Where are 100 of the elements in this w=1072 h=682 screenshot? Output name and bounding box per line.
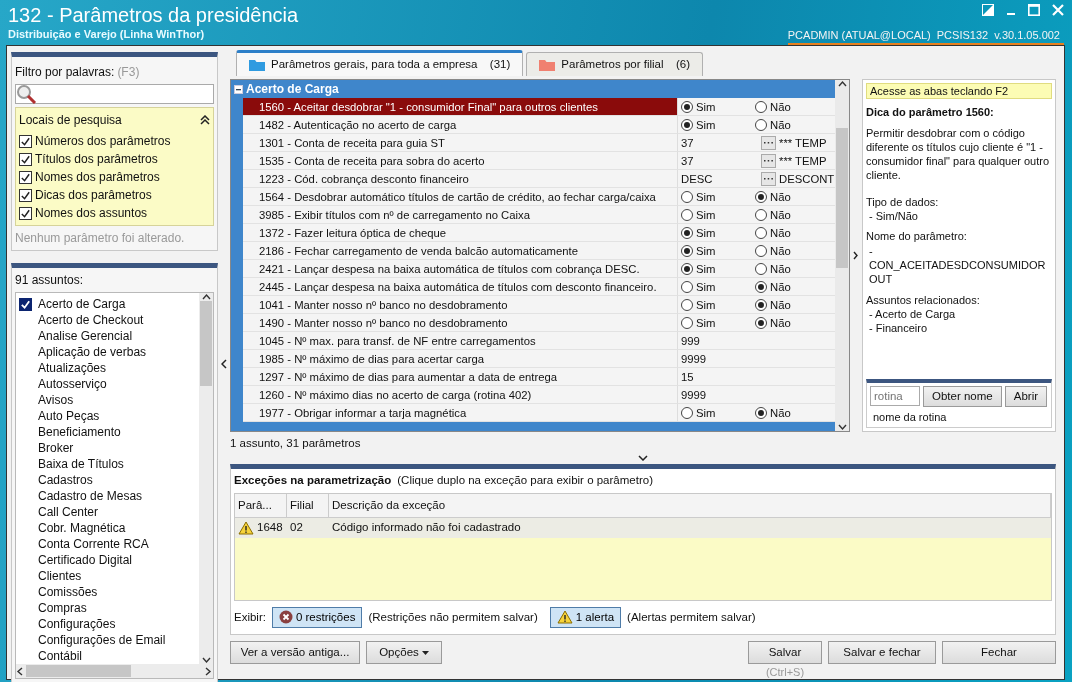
checkbox[interactable] — [19, 188, 32, 202]
maximize-icon[interactable] — [1028, 4, 1040, 16]
column-header[interactable]: Parâ... — [235, 493, 287, 517]
subject-item[interactable]: Auto Peças — [38, 407, 100, 425]
subject-item[interactable]: Cadastro de Mesas — [38, 487, 143, 505]
subject-item[interactable]: Contábil — [38, 647, 83, 665]
subject-item[interactable]: Acerto de Checkout — [38, 311, 144, 329]
radio-option[interactable]: Não — [755, 187, 825, 206]
open-button[interactable]: Abrir — [1004, 385, 1047, 407]
radio-option[interactable]: Não — [755, 259, 825, 278]
parameter-name[interactable]: 1297 - Nº máximo de dias para aumentar a data de entrega — [243, 368, 677, 386]
parameter-name[interactable]: 1372 - Fazer leitura óptica de cheque — [243, 224, 677, 242]
radio-option[interactable]: Sim — [681, 241, 755, 260]
scroll-up-icon[interactable] — [837, 80, 847, 88]
radio-option[interactable]: Não — [755, 205, 825, 224]
subject-item[interactable]: Beneficiamento — [38, 423, 121, 441]
tab[interactable]: Parâmetros por filial (6) — [526, 51, 704, 76]
parameter-name[interactable]: 1045 - Nº max. para transf. de NF entre carregamentos — [243, 332, 677, 350]
parameter-name[interactable]: 1564 - Desdobrar automático títulos de cartão de crédito, ao fechar carga/caixa — [243, 188, 677, 206]
subject-item[interactable]: Acerto de Carga — [38, 295, 126, 313]
subject-item[interactable]: Analise Gerencial — [38, 327, 133, 345]
scroll-down-icon[interactable] — [837, 423, 847, 431]
scrollbar[interactable] — [199, 293, 213, 664]
radio-option[interactable]: Não — [755, 223, 825, 242]
value-field[interactable]: DESC — [681, 169, 761, 188]
value-field[interactable]: 999 — [681, 331, 700, 350]
scroll-up-icon[interactable] — [201, 293, 211, 301]
parameter-name[interactable]: 1482 - Autenticação no acerto de carga — [243, 116, 677, 134]
radio-option[interactable]: Não — [755, 115, 825, 134]
collapse-icon[interactable] — [200, 115, 210, 125]
subject-item[interactable]: Conta Corrente RCA — [38, 535, 149, 553]
radio-option[interactable]: Não — [755, 241, 825, 260]
subject-item[interactable]: Configurações — [38, 615, 116, 633]
scroll-thumb[interactable] — [836, 128, 848, 268]
radio-option[interactable]: Sim — [681, 277, 755, 296]
subject-item[interactable]: Certificado Digital — [38, 551, 133, 569]
value-field[interactable]: 37 — [681, 151, 761, 170]
old-version-button[interactable]: Ver a versão antiga... — [230, 641, 360, 665]
parameter-name[interactable]: 3985 - Exibir títulos com nº de carregamento no Caixa — [243, 206, 677, 224]
parameter-name[interactable]: 1985 - Nº máximo de dias para acertar carga — [243, 350, 677, 368]
column-header[interactable]: Descrição da exceção — [329, 493, 1051, 517]
close-button[interactable]: Fechar — [942, 641, 1056, 665]
save-button[interactable]: Salvar — [748, 641, 822, 665]
contrast-icon[interactable] — [982, 4, 994, 16]
scrollbar[interactable] — [16, 664, 213, 678]
tab[interactable]: Parâmetros gerais, para toda a empresa (31) — [236, 49, 524, 76]
radio-option[interactable]: Sim — [681, 98, 755, 116]
filter-toggle[interactable]: 0 restrições — [271, 606, 363, 628]
radio-option[interactable]: Sim — [681, 259, 755, 278]
radio-option[interactable]: Não — [755, 313, 825, 332]
ellipsis-button[interactable] — [761, 153, 776, 168]
radio-option[interactable]: Não — [755, 277, 825, 296]
radio-option[interactable]: Sim — [681, 205, 755, 224]
ellipsis-button[interactable] — [761, 171, 776, 186]
parameter-name[interactable]: 1535 - Conta de receita para sobra do acerto — [243, 152, 677, 170]
radio-option[interactable]: Sim — [681, 295, 755, 314]
scroll-down-icon[interactable] — [201, 656, 211, 664]
checkbox[interactable] — [19, 206, 32, 220]
radio-option[interactable]: Não — [755, 403, 825, 422]
checkbox[interactable] — [19, 297, 32, 311]
scroll-thumb[interactable] — [26, 665, 131, 677]
scrollbar[interactable] — [835, 80, 849, 431]
search-field[interactable] — [15, 84, 214, 104]
subject-item[interactable]: Compras — [38, 599, 87, 617]
subject-item[interactable]: Avisos — [38, 391, 74, 409]
subject-item[interactable]: Autosserviço — [38, 375, 107, 393]
parameter-name[interactable]: 1560 - Aceitar desdobrar "1 - consumidor Final" para outros clientes — [243, 98, 677, 116]
subject-item[interactable]: Call Center — [38, 503, 99, 521]
value-field[interactable]: 37 — [681, 133, 761, 152]
column-header[interactable]: Filial — [287, 493, 329, 517]
subject-item[interactable]: Aplicação de verbas — [38, 343, 147, 361]
radio-option[interactable]: Sim — [681, 115, 755, 134]
checkbox[interactable] — [19, 170, 32, 184]
subject-item[interactable]: Broker — [38, 439, 74, 457]
radio-option[interactable]: Sim — [681, 187, 755, 206]
parameter-name[interactable]: 1260 - Nº máximo dias no acerto de carga (rotina 402) — [243, 386, 677, 404]
subject-item[interactable]: Clientes — [38, 567, 82, 585]
parameter-name[interactable]: 2186 - Fechar carregamento de venda balcão automaticamente — [243, 242, 677, 260]
radio-option[interactable]: Não — [755, 295, 825, 314]
save-close-button[interactable]: Salvar e fechar — [828, 641, 936, 665]
scroll-thumb[interactable] — [200, 301, 212, 386]
value-field[interactable]: 9999 — [681, 349, 707, 368]
subject-item[interactable]: Comissões — [38, 583, 98, 601]
options-button[interactable]: Opções — [366, 641, 442, 665]
subject-item[interactable]: Cadastros — [38, 471, 93, 489]
expand-right-icon[interactable] — [853, 251, 858, 260]
parameter-name[interactable]: 1041 - Manter nosso nº banco no desdobramento — [243, 296, 677, 314]
checkbox[interactable] — [19, 134, 32, 148]
close-icon[interactable] — [1052, 4, 1064, 16]
radio-option[interactable]: Sim — [681, 223, 755, 242]
parameter-name[interactable]: 1223 - Cód. cobrança desconto financeiro — [243, 170, 677, 188]
radio-option[interactable]: Sim — [681, 313, 755, 332]
parameter-name[interactable]: 1301 - Conta de receita para guia ST — [243, 134, 677, 152]
ellipsis-button[interactable] — [761, 135, 776, 150]
value-field[interactable]: 15 — [681, 367, 694, 386]
subject-item[interactable]: Baixa de Títulos — [38, 455, 124, 473]
parameter-name[interactable]: 2421 - Lançar despesa na baixa automática de títulos com cobrança DESC. — [243, 260, 677, 278]
parameter-name[interactable]: 1490 - Manter nosso nº banco no desdobramento — [243, 314, 677, 332]
collapse-down-icon[interactable] — [638, 455, 648, 462]
checkbox[interactable] — [19, 152, 32, 166]
